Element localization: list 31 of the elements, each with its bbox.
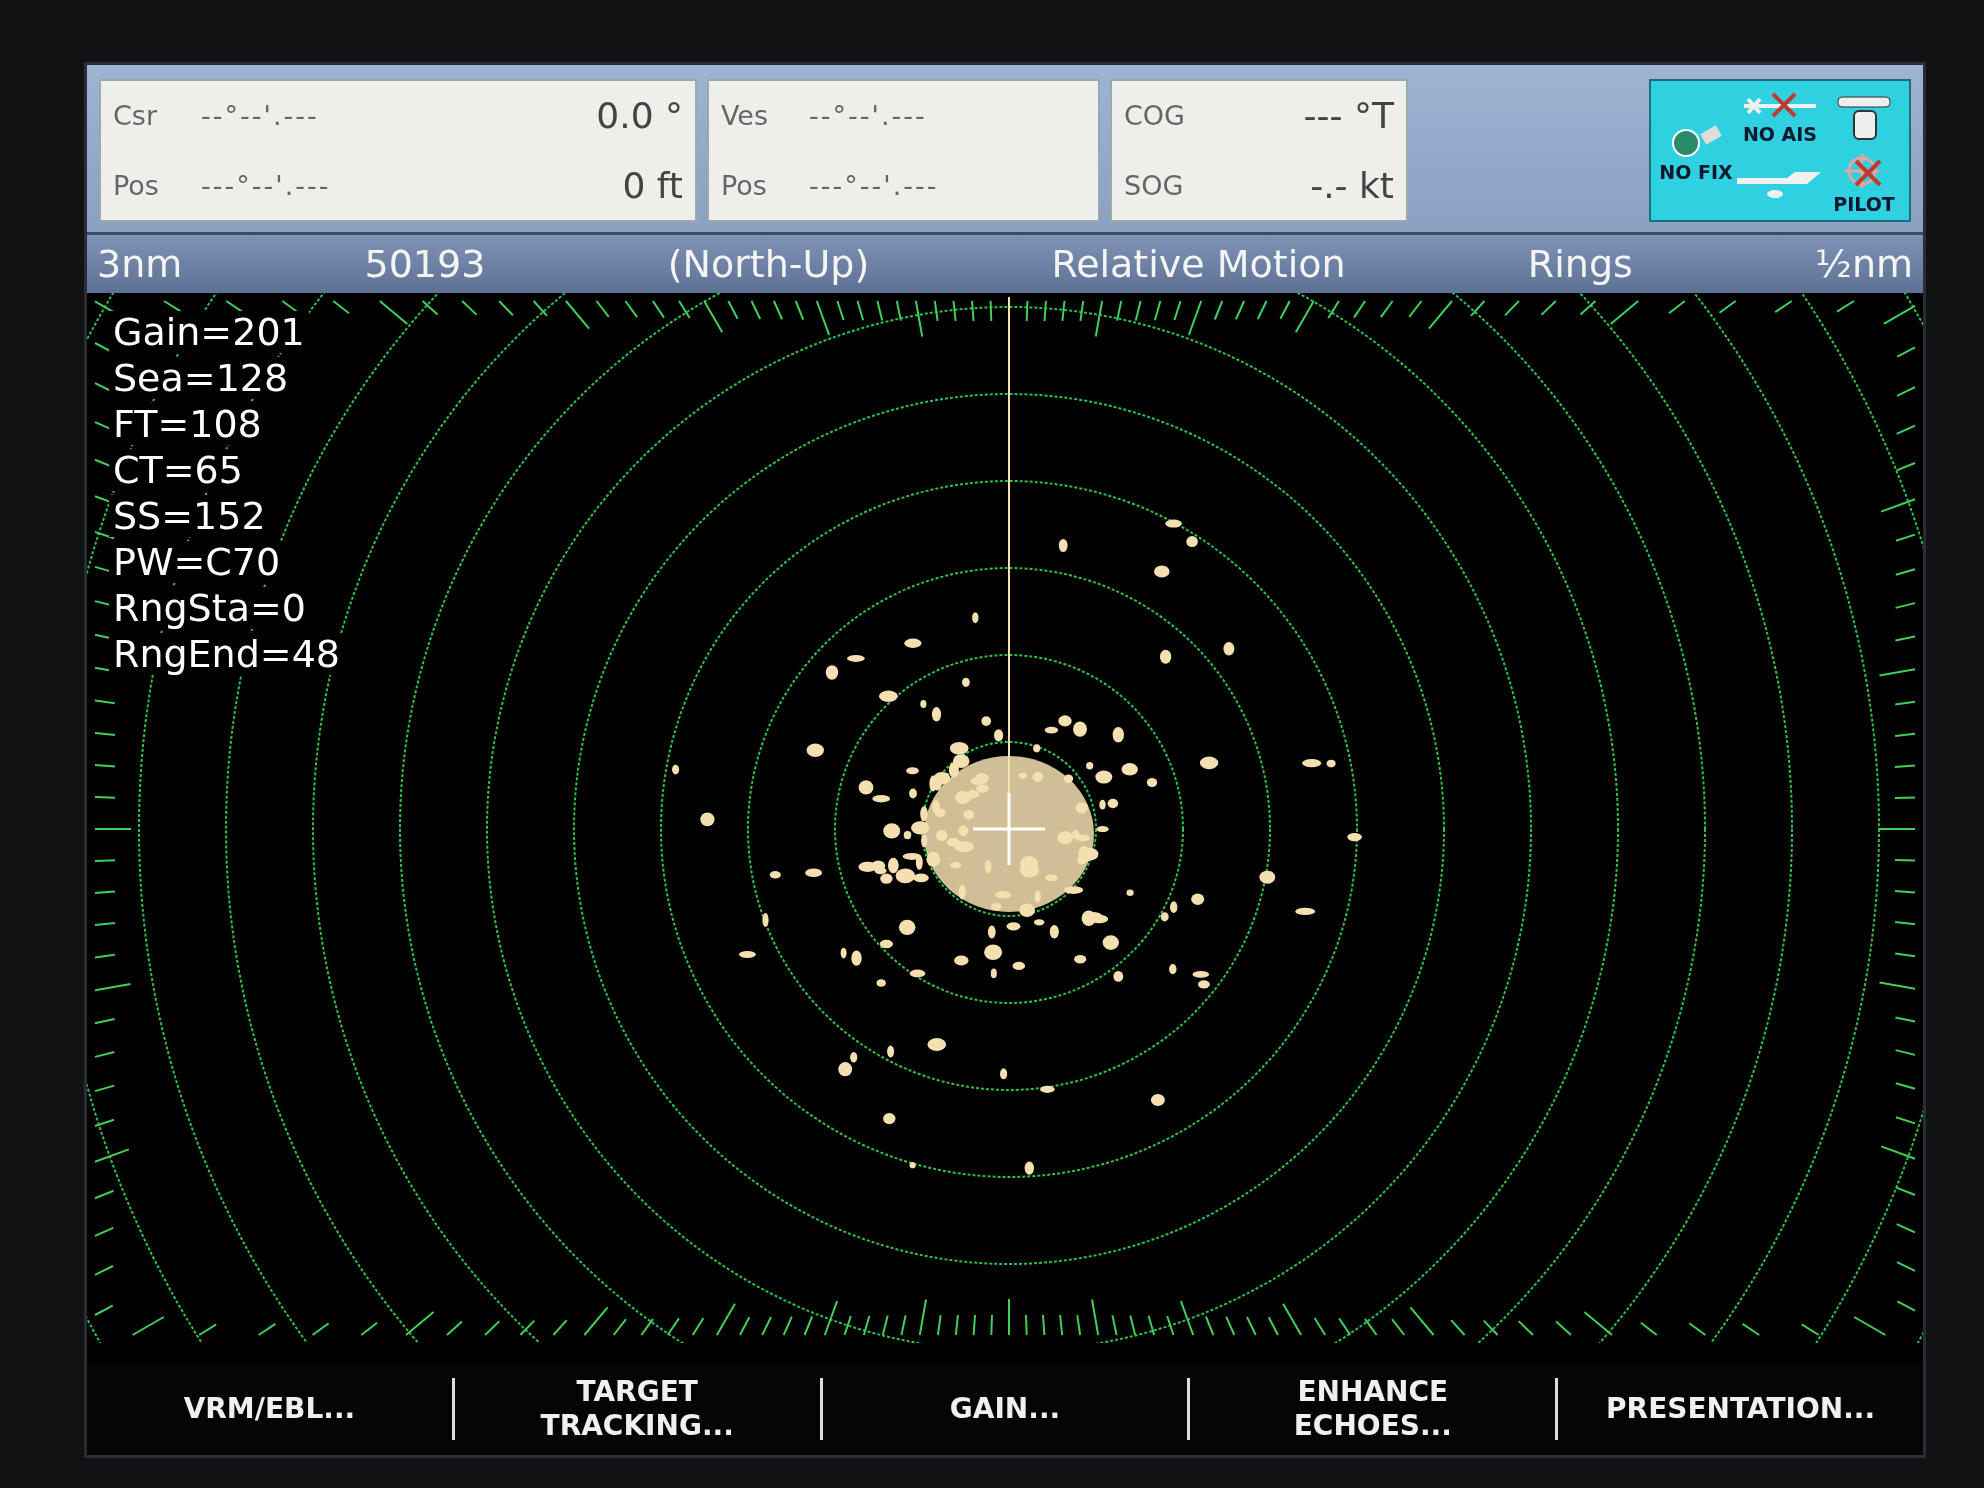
readout-value: -.- kt <box>1310 164 1394 206</box>
setting-readout: PW=C70 <box>109 541 285 583</box>
readout-label: Csr <box>113 100 159 132</box>
status-text: Rings <box>1527 242 1633 286</box>
readout-label: COG <box>1124 100 1187 132</box>
softkey-button[interactable]: PRESENTATION... <box>1558 1388 1923 1430</box>
position-value: --°--'.--- <box>809 100 928 132</box>
autopilot-status-label: PILOT <box>1833 193 1895 216</box>
position-value: ---°--'.--- <box>201 169 332 201</box>
readout-value: --- °T <box>1303 95 1394 137</box>
readout-label: Pos <box>721 169 768 201</box>
position-value: --°--'.--- <box>201 100 320 132</box>
softkey-button[interactable]: VRM/EBL... <box>87 1388 452 1430</box>
status-text: (North-Up) <box>667 242 870 286</box>
readout-label: Pos <box>113 169 160 201</box>
readout-value: 0 ft <box>622 164 683 206</box>
softkey-button[interactable]: TARGET TRACKING... <box>454 1371 820 1447</box>
ais-status-label: NO AIS <box>1742 122 1818 145</box>
status-text: 50193 <box>364 242 486 286</box>
readout-label: SOG <box>1124 169 1185 201</box>
setting-readout: RngEnd=48 <box>109 633 345 675</box>
status-text: ½nm <box>1815 242 1913 286</box>
readout-label: Ves <box>721 100 770 132</box>
position-value: ---°--'.--- <box>809 169 940 201</box>
gps-status-label: NO FIX <box>1659 160 1733 183</box>
softkey-button[interactable]: GAIN... <box>822 1388 1188 1430</box>
softkey-button[interactable]: ENHANCE ECHOES... <box>1190 1371 1556 1447</box>
setting-readout: Gain=201 <box>109 311 309 353</box>
status-text: Relative Motion <box>1051 242 1346 286</box>
status-text: 3nm <box>97 242 183 286</box>
readout-value: 0.0 ° <box>596 95 683 137</box>
